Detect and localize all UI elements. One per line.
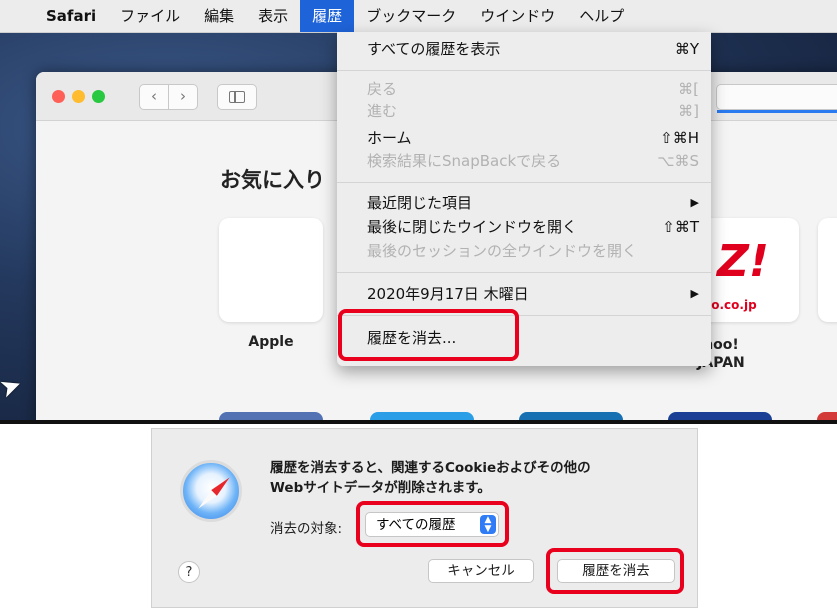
menu-window[interactable]: ウインドウ bbox=[468, 0, 567, 32]
menu-safari[interactable]: Safari bbox=[34, 0, 108, 32]
submenu-arrow-icon: ▶ bbox=[690, 196, 699, 209]
menu-item-label: 最後のセッションの全ウインドウを開く bbox=[367, 242, 638, 260]
menu-item-reopen-last-session: 最後のセッションの全ウインドウを開く bbox=[367, 240, 699, 262]
compass-needle-south bbox=[195, 490, 217, 512]
safari-menu-screenshot: Safari ファイル 編集 表示 履歴 ブックマーク ウインドウ ヘルプ ‹ … bbox=[0, 0, 837, 424]
yahoo-url-text: oo.co.jp bbox=[703, 298, 757, 312]
favorites-title: お気に入り bbox=[220, 168, 325, 192]
menu-item-label: 最後に閉じたウインドウを開く bbox=[367, 218, 578, 236]
menu-separator bbox=[337, 272, 711, 273]
menu-item-shortcut: ⌥⌘S bbox=[657, 152, 699, 170]
sidebar-icon bbox=[229, 91, 245, 103]
menu-bookmarks[interactable]: ブックマーク bbox=[354, 0, 468, 32]
favorite-tile-partial[interactable] bbox=[818, 218, 837, 322]
forward-button[interactable]: › bbox=[168, 84, 198, 110]
address-bar[interactable] bbox=[716, 84, 837, 113]
dialog-message-line1: 履歴を消去すると、関連するCookieおよびその他の bbox=[270, 460, 591, 476]
menu-item-shortcut: ⇧⌘H bbox=[660, 129, 699, 147]
menu-separator bbox=[337, 182, 711, 183]
favorite-tile-apple[interactable] bbox=[219, 218, 323, 322]
dialog-message: 履歴を消去すると、関連するCookieおよびその他の Webサイトデータが削除さ… bbox=[270, 458, 680, 498]
highlight-box bbox=[338, 309, 519, 361]
cancel-button[interactable]: キャンセル bbox=[428, 559, 534, 583]
zoom-window-button[interactable] bbox=[92, 90, 105, 103]
menu-item-home[interactable]: ホーム ⇧⌘H bbox=[367, 127, 699, 149]
menu-item-label: ホーム bbox=[367, 129, 412, 147]
sidebar-toggle-button[interactable] bbox=[217, 84, 257, 110]
menu-item-reopen-last-window[interactable]: 最後に閉じたウインドウを開く ⇧⌘T bbox=[367, 216, 699, 238]
menu-separator bbox=[337, 70, 711, 71]
menu-item-shortcut: ⌘[ bbox=[678, 80, 699, 98]
highlight-box bbox=[546, 548, 684, 594]
help-button[interactable]: ? bbox=[178, 561, 200, 583]
menu-item-shortcut: ⇧⌘T bbox=[662, 218, 699, 236]
favorite-tile-partial[interactable] bbox=[519, 412, 623, 424]
dialog-message-line2: Webサイトデータが削除されます。 bbox=[270, 480, 491, 496]
menu-file[interactable]: ファイル bbox=[108, 0, 192, 32]
favorite-tile-partial[interactable] bbox=[219, 412, 323, 424]
menu-bar: Safari ファイル 編集 表示 履歴 ブックマーク ウインドウ ヘルプ bbox=[0, 0, 837, 33]
favorite-label-apple: Apple bbox=[248, 334, 294, 350]
yahoo-logo-icon: Z! bbox=[717, 236, 769, 287]
menu-item-label: すべての履歴を表示 bbox=[367, 40, 501, 58]
menu-history[interactable]: 履歴 bbox=[300, 0, 355, 32]
minimize-window-button[interactable] bbox=[72, 90, 85, 103]
menu-item-label: 進む bbox=[367, 102, 398, 120]
clear-history-dialog: 履歴を消去すると、関連するCookieおよびその他の Webサイトデータが削除さ… bbox=[151, 428, 698, 608]
safari-compass-icon bbox=[180, 460, 242, 522]
menu-item-recently-closed[interactable]: 最近閉じた項目 ▶ bbox=[367, 192, 699, 214]
submenu-arrow-icon: ▶ bbox=[690, 287, 699, 300]
favorite-tile-partial[interactable] bbox=[817, 412, 837, 424]
menu-item-label: 2020年9月17日 木曜日 bbox=[367, 285, 529, 303]
close-window-button[interactable] bbox=[52, 90, 65, 103]
favorite-tile-partial[interactable] bbox=[370, 412, 474, 424]
chevron-left-icon: ‹ bbox=[151, 87, 157, 105]
apple-menu-icon[interactable] bbox=[0, 0, 34, 32]
menu-help[interactable]: ヘルプ bbox=[567, 0, 636, 32]
chevron-right-icon: › bbox=[180, 87, 186, 105]
favorite-tile-partial[interactable] bbox=[668, 412, 772, 424]
menu-item-shortcut: ⌘] bbox=[678, 102, 699, 120]
menu-view[interactable]: 表示 bbox=[246, 0, 300, 32]
menu-item-label: 最近閉じた項目 bbox=[367, 194, 473, 212]
menu-item-date[interactable]: 2020年9月17日 木曜日 ▶ bbox=[367, 283, 699, 305]
history-dropdown-menu: すべての履歴を表示 ⌘Y 戻る ⌘[ 進む ⌘] ホーム ⇧⌘H 検索結果にSn… bbox=[337, 32, 711, 366]
clear-target-label: 消去の対象: bbox=[270, 521, 343, 537]
mouse-cursor-icon: ➤ bbox=[0, 369, 27, 405]
menu-item-label: 検索結果にSnapBackで戻る bbox=[367, 152, 562, 170]
menu-item-shortcut: ⌘Y bbox=[674, 40, 699, 58]
menu-item-back: 戻る ⌘[ bbox=[367, 78, 699, 100]
menu-item-snapback: 検索結果にSnapBackで戻る ⌥⌘S bbox=[367, 150, 699, 172]
menu-item-forward: 進む ⌘] bbox=[367, 100, 699, 122]
menu-edit[interactable]: 編集 bbox=[192, 0, 246, 32]
menu-item-label: 戻る bbox=[367, 80, 398, 98]
back-button[interactable]: ‹ bbox=[139, 84, 169, 110]
menu-item-show-all-history[interactable]: すべての履歴を表示 ⌘Y bbox=[367, 38, 699, 60]
highlight-box bbox=[356, 501, 509, 547]
